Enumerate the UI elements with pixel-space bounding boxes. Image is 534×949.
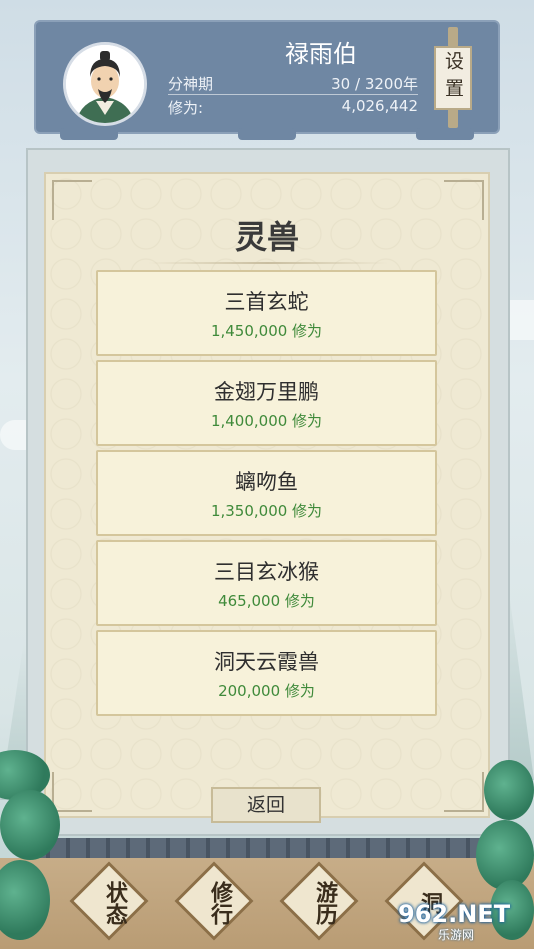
watermark-sub: 乐游网 bbox=[438, 928, 475, 942]
beast-card[interactable]: 三目玄冰猴 465,000 修为 bbox=[96, 540, 437, 626]
corner-ornament bbox=[444, 772, 484, 812]
title-divider bbox=[148, 262, 388, 264]
tab-label: 游历 bbox=[312, 881, 338, 925]
beast-name: 三目玄冰猴 bbox=[214, 560, 319, 584]
panel-title: 灵兽 bbox=[234, 218, 299, 256]
beast-name: 金翅万里鹏 bbox=[214, 380, 319, 404]
tab-label: 状态 bbox=[102, 881, 128, 925]
realm-row: 分神期 30 / 3200年 bbox=[168, 72, 418, 95]
player-avatar[interactable] bbox=[63, 42, 147, 126]
beast-name: 洞天云霞兽 bbox=[214, 650, 319, 674]
pine-tree-decoration bbox=[0, 790, 60, 860]
back-button[interactable]: 返回 bbox=[211, 787, 321, 823]
beast-cost: 1,450,000 修为 bbox=[210, 322, 323, 340]
realm-progress: 30 / 3200年 bbox=[331, 75, 418, 93]
nav-tab-cultivate[interactable]: 修行 bbox=[174, 861, 254, 941]
beast-cost: 200,000 修为 bbox=[218, 682, 315, 700]
tab-label: 修行 bbox=[207, 881, 233, 925]
nav-tab-status[interactable]: 状态 bbox=[69, 861, 149, 941]
pine-tree-decoration bbox=[484, 760, 534, 820]
beast-cost: 465,000 修为 bbox=[218, 592, 315, 610]
settings-hanger-top bbox=[448, 27, 458, 47]
beast-card[interactable]: 螭吻鱼 1,350,000 修为 bbox=[96, 450, 437, 536]
beast-name: 螭吻鱼 bbox=[235, 470, 298, 494]
pine-tree-decoration bbox=[476, 820, 534, 890]
nav-tab-travel[interactable]: 游历 bbox=[279, 861, 359, 941]
beast-card[interactable]: 三首玄蛇 1,450,000 修为 bbox=[96, 270, 437, 356]
beast-name: 三首玄蛇 bbox=[224, 290, 309, 314]
beast-card[interactable]: 金翅万里鹏 1,400,000 修为 bbox=[96, 360, 437, 446]
cultivation-row: 修为: 4,026,442 bbox=[168, 96, 418, 118]
header-connector bbox=[238, 128, 296, 140]
header-connector bbox=[416, 128, 474, 140]
portrait-icon bbox=[66, 45, 144, 123]
beast-card[interactable]: 洞天云霞兽 200,000 修为 bbox=[96, 630, 437, 716]
realm-label: 分神期 bbox=[168, 75, 214, 93]
beast-cost: 1,400,000 修为 bbox=[210, 412, 323, 430]
site-watermark: 962.NET 乐游网 bbox=[398, 900, 528, 944]
beast-cost: 1,350,000 修为 bbox=[210, 502, 323, 520]
player-name: 禄雨伯 bbox=[285, 40, 357, 68]
cultivation-label: 修为: bbox=[168, 99, 204, 117]
roof-tiles bbox=[30, 838, 510, 858]
settings-hanger-bottom bbox=[448, 108, 458, 128]
settings-button[interactable]: 设置 bbox=[434, 46, 472, 110]
player-header: 禄雨伯 分神期 30 / 3200年 修为: 4,026,442 设置 bbox=[34, 20, 500, 134]
watermark-brand: 962.NET bbox=[398, 900, 511, 928]
header-connector bbox=[60, 128, 118, 140]
corner-ornament bbox=[52, 772, 92, 812]
cultivation-value: 4,026,442 bbox=[341, 97, 418, 115]
